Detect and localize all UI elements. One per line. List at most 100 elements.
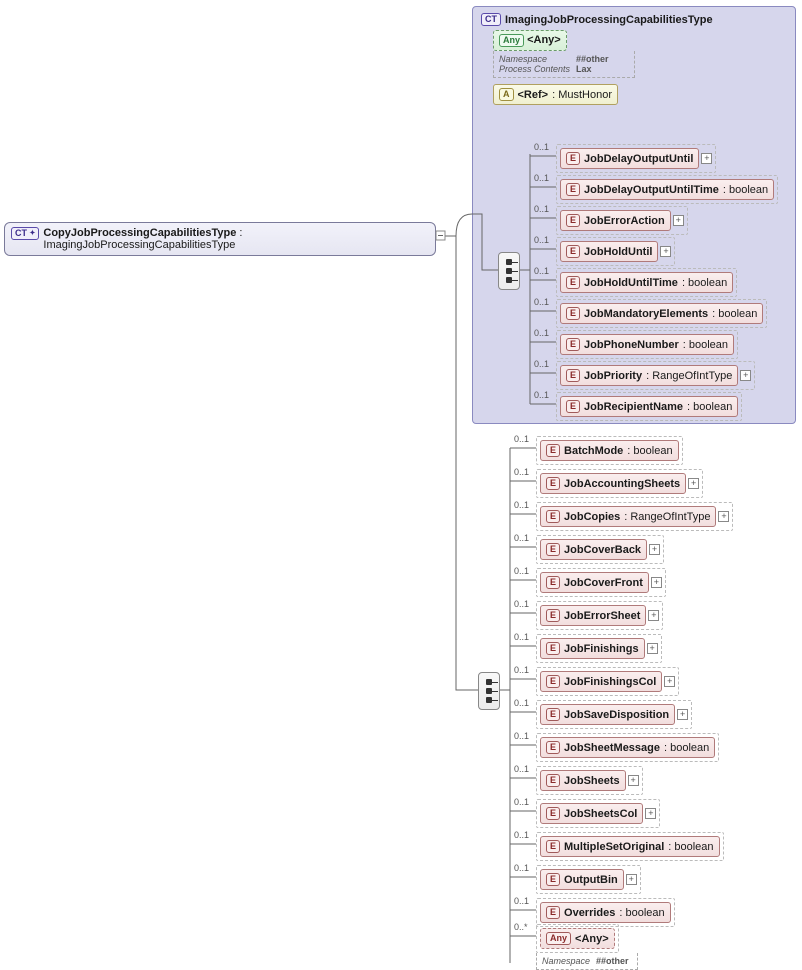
ext-elem-JobSheetsCol[interactable]: EJobSheetsCol+ bbox=[536, 799, 660, 828]
root-type-box[interactable]: CT ✦ CopyJobProcessingCapabilitiesType :… bbox=[4, 222, 436, 256]
ext-any-details: Namespace ##other bbox=[536, 953, 638, 970]
element-badge: E bbox=[546, 477, 560, 490]
cardinality-label: 0..1 bbox=[514, 632, 529, 642]
expand-icon[interactable]: + bbox=[647, 643, 658, 654]
cardinality-label: 0..1 bbox=[514, 533, 529, 543]
cardinality-label: 0..1 bbox=[534, 359, 549, 369]
ext-elem-JobFinishingsCol[interactable]: EJobFinishingsCol+ bbox=[536, 667, 679, 696]
ext-elem-MultipleSetOriginal[interactable]: EMultipleSetOriginal : boolean bbox=[536, 832, 724, 861]
ext-elem-JobCoverFront[interactable]: E JobCoverFront + bbox=[536, 568, 666, 597]
root-base-type: ImagingJobProcessingCapabilitiesType bbox=[43, 239, 235, 251]
super-elem-JobRecipientName[interactable]: EJobRecipientName : boolean bbox=[556, 392, 742, 421]
super-elem-JobPriority[interactable]: EJobPriority : RangeOfIntType+ bbox=[556, 361, 755, 390]
supertype-name: ImagingJobProcessingCapabilitiesType bbox=[505, 14, 713, 26]
ext-elem-JobSheets[interactable]: EJobSheets+ bbox=[536, 766, 643, 795]
ext-elem-JobAccountingSheets[interactable]: E JobAccountingSheets + bbox=[536, 469, 703, 498]
any-label: <Any> bbox=[527, 34, 561, 46]
element-badge: E bbox=[546, 642, 560, 655]
expand-icon[interactable]: + bbox=[651, 577, 662, 588]
cardinality-label: 0..1 bbox=[534, 142, 549, 152]
element-type: : boolean bbox=[712, 308, 757, 320]
cardinality-label: 0..1 bbox=[514, 797, 529, 807]
ext-elem-JobFinishings[interactable]: EJobFinishings+ bbox=[536, 634, 662, 663]
element-badge: E bbox=[566, 338, 580, 351]
ext-any-label: <Any> bbox=[575, 933, 609, 945]
cardinality-label: 0..1 bbox=[514, 863, 529, 873]
element-type: : boolean bbox=[682, 277, 727, 289]
any-badge: Any bbox=[499, 34, 524, 47]
super-elem-JobErrorAction[interactable]: EJobErrorAction+ bbox=[556, 206, 688, 235]
element-name: JobDelayOutputUntilTime bbox=[584, 184, 719, 196]
element-name: JobCoverFront bbox=[564, 577, 643, 589]
expand-icon[interactable]: + bbox=[701, 153, 712, 164]
element-name: JobSaveDisposition bbox=[564, 709, 669, 721]
element-badge: E bbox=[546, 807, 560, 820]
cardinality-label: 0..1 bbox=[514, 434, 529, 444]
expand-icon[interactable]: + bbox=[648, 610, 659, 621]
super-elem-JobPhoneNumber[interactable]: EJobPhoneNumber : boolean bbox=[556, 330, 738, 359]
super-elem-JobMandatoryElements[interactable]: E JobMandatoryElements : boolean bbox=[556, 299, 767, 328]
element-badge: E bbox=[546, 576, 560, 589]
expand-icon[interactable]: + bbox=[649, 544, 660, 555]
expand-icon[interactable]: + bbox=[664, 676, 675, 687]
attr-badge: A bbox=[499, 88, 514, 101]
ext-any-wildcard: Any <Any> bbox=[540, 928, 615, 949]
element-badge: E bbox=[566, 400, 580, 413]
super-elem-JobHoldUntilTime[interactable]: EJobHoldUntilTime : boolean bbox=[556, 268, 737, 297]
element-name: JobAccountingSheets bbox=[564, 478, 680, 490]
cardinality-label: 0..1 bbox=[514, 665, 529, 675]
element-type: : RangeOfIntType bbox=[646, 370, 732, 382]
element-type: : boolean bbox=[664, 742, 709, 754]
element-name: JobRecipientName bbox=[584, 401, 683, 413]
expand-icon[interactable]: + bbox=[645, 808, 656, 819]
super-elem-JobDelayOutputUntil[interactable]: EJobDelayOutputUntil+ bbox=[556, 144, 716, 173]
any-badge-ext: Any bbox=[546, 932, 571, 945]
cardinality-label: 0..1 bbox=[534, 297, 549, 307]
any-details: Namespace Process Contents ##other Lax bbox=[493, 51, 635, 78]
element-name: JobPriority bbox=[584, 370, 642, 382]
element-type: : boolean bbox=[627, 445, 672, 457]
ref-target: : MustHonor bbox=[552, 89, 612, 101]
element-name: JobCoverBack bbox=[564, 544, 641, 556]
cardinality-label: 0..1 bbox=[514, 566, 529, 576]
expand-icon[interactable]: + bbox=[626, 874, 637, 885]
element-type: : RangeOfIntType bbox=[624, 511, 710, 523]
expand-icon[interactable]: + bbox=[688, 478, 699, 489]
cardinality-label: 0..1 bbox=[514, 764, 529, 774]
super-elem-JobHoldUntil[interactable]: EJobHoldUntil+ bbox=[556, 237, 675, 266]
cardinality-label: 0..1 bbox=[534, 266, 549, 276]
cardinality-label: 0..1 bbox=[514, 698, 529, 708]
ext-any-card: 0..* bbox=[514, 922, 528, 932]
element-badge: E bbox=[546, 708, 560, 721]
ext-elem-JobSheetMessage[interactable]: EJobSheetMessage : boolean bbox=[536, 733, 719, 762]
ext-elem-JobCoverBack[interactable]: EJobCoverBack+ bbox=[536, 535, 664, 564]
element-name: MultipleSetOriginal bbox=[564, 841, 664, 853]
ext-elem-JobCopies[interactable]: EJobCopies : RangeOfIntType+ bbox=[536, 502, 733, 531]
ext-elem-JobErrorSheet[interactable]: EJobErrorSheet+ bbox=[536, 601, 663, 630]
element-name: JobErrorAction bbox=[584, 215, 665, 227]
cardinality-label: 0..1 bbox=[514, 830, 529, 840]
cardinality-label: 0..1 bbox=[534, 173, 549, 183]
ref-musthonor[interactable]: A <Ref> : MustHonor bbox=[493, 84, 618, 105]
element-name: OutputBin bbox=[564, 874, 618, 886]
super-elem-JobDelayOutputUntilTime[interactable]: EJobDelayOutputUntilTime : boolean bbox=[556, 175, 778, 204]
ext-elem-JobSaveDisposition[interactable]: E JobSaveDisposition + bbox=[536, 700, 692, 729]
cardinality-label: 0..1 bbox=[514, 731, 529, 741]
element-badge: E bbox=[566, 307, 580, 320]
element-name: JobHoldUntilTime bbox=[584, 277, 678, 289]
expand-icon[interactable]: + bbox=[660, 246, 671, 257]
expand-icon[interactable]: + bbox=[740, 370, 751, 381]
expand-icon[interactable]: + bbox=[673, 215, 684, 226]
ext-elem-BatchMode[interactable]: EBatchMode : boolean bbox=[536, 436, 683, 465]
element-badge: E bbox=[546, 741, 560, 754]
element-type: : boolean bbox=[723, 184, 768, 196]
expand-icon[interactable]: + bbox=[718, 511, 729, 522]
element-name: JobPhoneNumber bbox=[584, 339, 679, 351]
expand-icon[interactable]: + bbox=[677, 709, 688, 720]
expand-icon[interactable]: + bbox=[628, 775, 639, 786]
ext-elem-Overrides[interactable]: EOverrides : boolean bbox=[536, 898, 675, 927]
any-wildcard: Any <Any> bbox=[493, 30, 567, 51]
ext-elem-OutputBin[interactable]: EOutputBin+ bbox=[536, 865, 641, 894]
element-name: JobMandatoryElements bbox=[584, 308, 708, 320]
supertype-title: CT ImagingJobProcessingCapabilitiesType bbox=[481, 13, 787, 26]
